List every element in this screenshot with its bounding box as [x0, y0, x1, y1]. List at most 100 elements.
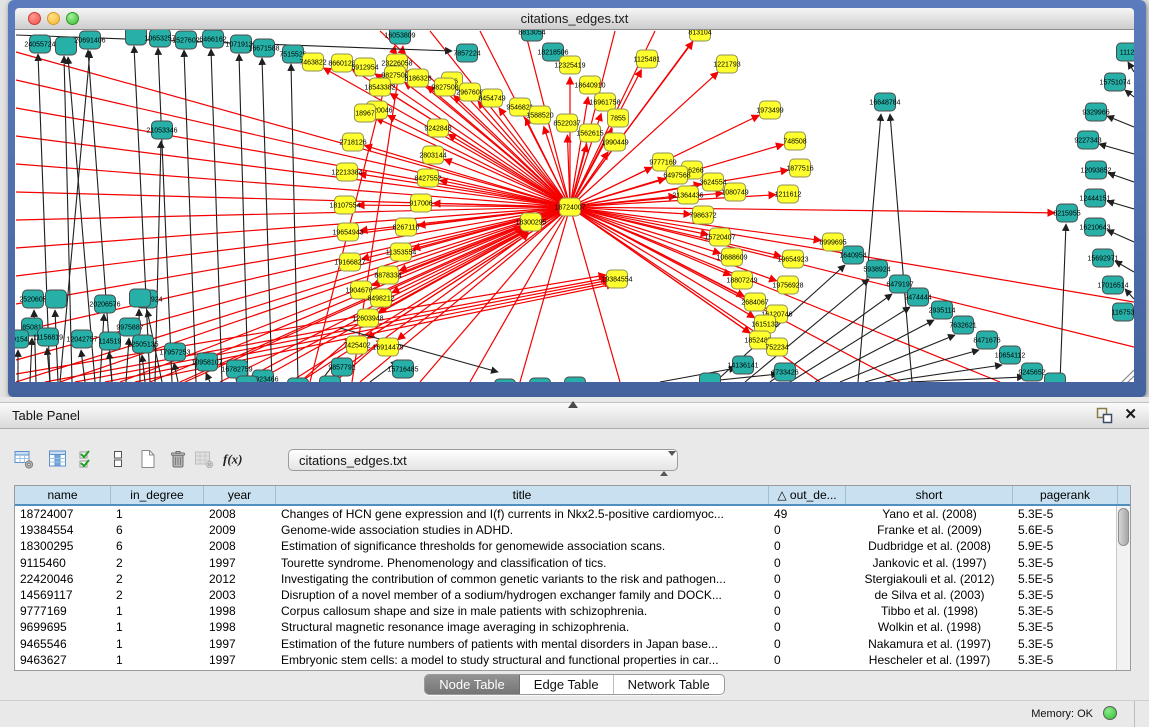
table-cell[interactable]: Wolkin et al. (1998) [846, 619, 1013, 635]
table-cell[interactable]: 2 [111, 571, 204, 587]
table-cell[interactable]: 0 [769, 538, 846, 554]
close-panel-icon[interactable]: ✕ [1124, 406, 1137, 424]
graph-node[interactable] [1045, 373, 1066, 382]
table-cell[interactable]: 19384554 [15, 522, 111, 538]
table-selector-dropdown[interactable]: citations_edges.txt [288, 449, 678, 471]
graph-node[interactable] [495, 379, 516, 382]
function-builder-icon[interactable]: f(x) [222, 449, 242, 469]
table-cell[interactable]: 14569117 [15, 587, 111, 603]
table-cell[interactable]: 5.3E-5 [1013, 603, 1118, 619]
scrollbar-thumb[interactable] [1118, 508, 1129, 546]
graph-node[interactable] [130, 289, 151, 307]
column-header-year[interactable]: year [204, 486, 276, 504]
table-cell[interactable]: 2012 [204, 571, 276, 587]
table-cell[interactable]: 1 [111, 603, 204, 619]
memory-status-indicator[interactable] [1103, 706, 1117, 720]
tab-edge-table[interactable]: Edge Table [520, 675, 614, 694]
column-chooser-icon[interactable] [48, 449, 68, 469]
table-cell[interactable]: Yano et al. (2008) [846, 506, 1013, 522]
table-cell[interactable]: Estimation of the future numbers of pati… [276, 636, 769, 652]
table-cell[interactable]: Dudbridge et al. (2008) [846, 538, 1013, 554]
column-header-out-de[interactable]: △ out_de... [769, 486, 846, 504]
table-cell[interactable]: de Silva et al. (2003) [846, 587, 1013, 603]
resize-grip-icon[interactable] [1121, 370, 1134, 382]
table-cell[interactable]: 2008 [204, 506, 276, 522]
table-cell[interactable]: 5.3E-5 [1013, 506, 1118, 522]
table-cell[interactable]: 1 [111, 619, 204, 635]
table-cell[interactable]: 1 [111, 506, 204, 522]
tab-node-table[interactable]: Node Table [425, 675, 520, 694]
table-cell[interactable]: Hescheler et al. (1997) [846, 652, 1013, 668]
graph-node[interactable] [46, 290, 67, 308]
table-cell[interactable]: 5.3E-5 [1013, 652, 1118, 668]
table-row[interactable]: 1456911722003Disruption of a novel membe… [15, 587, 1116, 603]
graph-node[interactable] [320, 376, 341, 382]
table-cell[interactable]: Stergiakouli et al. (2012) [846, 571, 1013, 587]
table-cell[interactable]: 18724007 [15, 506, 111, 522]
table-row[interactable]: 946554611997Estimation of the future num… [15, 636, 1116, 652]
table-cell[interactable]: Estimation of significance thresholds fo… [276, 538, 769, 554]
graph-node[interactable] [237, 376, 258, 382]
table-cell[interactable]: 9115460 [15, 555, 111, 571]
column-header-title[interactable]: title [276, 486, 769, 504]
table-cell[interactable]: Franke et al. (2009) [846, 522, 1013, 538]
zoom-window-button[interactable] [66, 12, 79, 25]
table-cell[interactable]: 1998 [204, 603, 276, 619]
graph-node[interactable] [530, 378, 551, 382]
table-cell[interactable]: 0 [769, 652, 846, 668]
float-panel-icon[interactable] [1096, 407, 1113, 424]
table-cell[interactable]: 2009 [204, 522, 276, 538]
delete-table-icon[interactable] [194, 449, 214, 469]
table-cell[interactable]: 0 [769, 587, 846, 603]
table-cell[interactable]: Genome-wide association studies in ADHD. [276, 522, 769, 538]
table-settings-icon[interactable] [14, 449, 34, 469]
vertical-scrollbar[interactable] [1116, 506, 1130, 670]
graph-node[interactable] [56, 37, 77, 55]
table-row[interactable]: 977716911998Corpus callosum shape and si… [15, 603, 1116, 619]
table-cell[interactable]: 0 [769, 571, 846, 587]
table-cell[interactable]: 1 [111, 636, 204, 652]
network-graph[interactable]: 2405572420691406106532571527602646616210… [15, 30, 1134, 382]
tab-network-table[interactable]: Network Table [614, 675, 724, 694]
table-cell[interactable]: 1997 [204, 636, 276, 652]
table-cell[interactable]: 49 [769, 506, 846, 522]
graph-node[interactable] [565, 377, 586, 382]
minimize-window-button[interactable] [47, 12, 60, 25]
table-cell[interactable]: 1997 [204, 555, 276, 571]
table-cell[interactable]: 2003 [204, 587, 276, 603]
table-cell[interactable]: 6 [111, 538, 204, 554]
table-row[interactable]: 946362711997Embryonic stem cells: a mode… [15, 652, 1116, 668]
table-cell[interactable]: 5.3E-5 [1013, 636, 1118, 652]
table-cell[interactable]: 1998 [204, 619, 276, 635]
resize-grip-icon[interactable] [1127, 376, 1134, 382]
table-cell[interactable]: 6 [111, 522, 204, 538]
table-cell[interactable]: 1 [111, 652, 204, 668]
table-cell[interactable]: 0 [769, 522, 846, 538]
table-cell[interactable]: 2 [111, 555, 204, 571]
table-cell[interactable]: 9463627 [15, 652, 111, 668]
table-cell[interactable]: 9699695 [15, 619, 111, 635]
table-row[interactable]: 969969511998Structural magnetic resonanc… [15, 619, 1116, 635]
splitter-handle-icon[interactable] [568, 401, 578, 408]
column-header-in-degree[interactable]: in_degree [111, 486, 204, 504]
table-cell[interactable]: Investigating the contribution of common… [276, 571, 769, 587]
table-row[interactable]: 1830029562008Estimation of significance … [15, 538, 1116, 554]
table-cell[interactable]: 0 [769, 636, 846, 652]
table-cell[interactable]: 5.3E-5 [1013, 619, 1118, 635]
close-window-button[interactable] [28, 12, 41, 25]
table-cell[interactable]: Tibbo et al. (1998) [846, 603, 1013, 619]
table-cell[interactable]: 2 [111, 587, 204, 603]
table-cell[interactable]: 9777169 [15, 603, 111, 619]
graph-node[interactable] [126, 30, 147, 45]
create-column-icon[interactable] [138, 449, 158, 469]
table-row[interactable]: 2242004622012Investigating the contribut… [15, 571, 1116, 587]
table-cell[interactable]: 5.5E-5 [1013, 571, 1118, 587]
table-row[interactable]: 1872400712008Changes of HCN gene express… [15, 506, 1116, 522]
table-cell[interactable]: Nakamura et al. (1997) [846, 636, 1013, 652]
column-header-short[interactable]: short [846, 486, 1013, 504]
table-cell[interactable]: Structural magnetic resonance image aver… [276, 619, 769, 635]
table-cell[interactable]: 2008 [204, 538, 276, 554]
row-height-icon[interactable] [108, 449, 128, 469]
table-cell[interactable]: 9465546 [15, 636, 111, 652]
table-cell[interactable]: 18300295 [15, 538, 111, 554]
